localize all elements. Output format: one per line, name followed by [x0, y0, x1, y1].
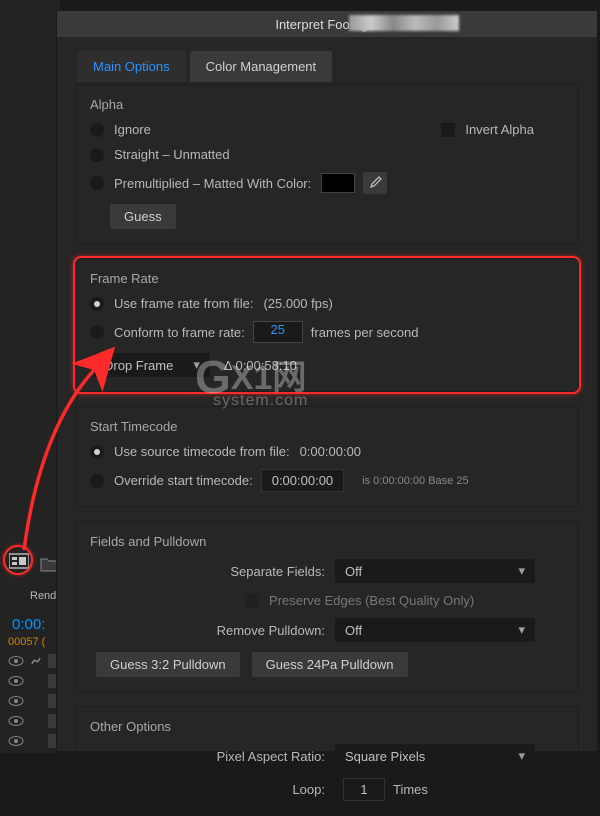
file-fps-value: (25.000 fps) — [263, 296, 332, 311]
eyedropper-button[interactable] — [363, 172, 387, 194]
framerate-panel: Frame Rate Use frame rate from file: (25… — [75, 258, 579, 392]
timecode-base-info: is 0:00:00:00 Base 25 — [362, 475, 468, 487]
par-value: Square Pixels — [345, 749, 425, 764]
guess-alpha-button[interactable]: Guess — [110, 204, 176, 229]
fields-title: Fields and Pulldown — [90, 534, 564, 549]
interpret-footage-icon[interactable] — [6, 548, 32, 574]
fps-suffix: frames per second — [311, 325, 419, 340]
label-pixel-aspect-ratio: Pixel Aspect Ratio: — [90, 749, 325, 764]
label-override-timecode: Override start timecode: — [114, 473, 253, 488]
label-loop: Loop: — [90, 782, 325, 797]
chevron-down-icon: ▾ — [193, 357, 200, 373]
framerate-title: Frame Rate — [90, 271, 564, 286]
label-use-source-timecode: Use source timecode from file: — [114, 444, 290, 459]
guess-24pa-pulldown-button[interactable]: Guess 24Pa Pulldown — [252, 652, 408, 677]
label-preserve-edges: Preserve Edges (Best Quality Only) — [269, 593, 474, 608]
source-timecode-value: 0:00:00:00 — [300, 444, 361, 459]
radio-conform-framerate[interactable] — [90, 325, 104, 339]
remove-pulldown-dropdown[interactable]: Off ▾ — [335, 618, 535, 642]
label-remove-pulldown: Remove Pulldown: — [90, 623, 325, 638]
timecode-display[interactable]: 0:00: — [12, 616, 45, 633]
checkbox-preserve-edges — [245, 594, 259, 608]
render-label: Rend — [30, 590, 56, 602]
label-invert-alpha: Invert Alpha — [465, 122, 534, 137]
tab-main-options[interactable]: Main Options — [77, 51, 186, 82]
separate-fields-value: Off — [345, 564, 362, 579]
other-options-panel: Other Options Pixel Aspect Ratio: Square… — [75, 706, 579, 816]
matte-color-swatch[interactable] — [321, 173, 355, 193]
remove-pulldown-value: Off — [345, 623, 362, 638]
starttc-title: Start Timecode — [90, 419, 564, 434]
radio-use-file-framerate[interactable] — [90, 297, 104, 311]
radio-straight[interactable] — [90, 148, 104, 162]
guess-32-pulldown-button[interactable]: Guess 3:2 Pulldown — [96, 652, 240, 677]
dropframe-value: Drop Frame — [104, 358, 173, 373]
checkbox-invert-alpha[interactable] — [441, 123, 455, 137]
separate-fields-dropdown[interactable]: Off ▾ — [335, 559, 535, 583]
dropframe-dropdown[interactable]: Drop Frame ▾ — [94, 353, 210, 377]
label-use-file-framerate: Use frame rate from file: — [114, 296, 253, 311]
layer-visibility-row[interactable] — [8, 695, 24, 707]
layer-visibility-row[interactable] — [8, 735, 24, 747]
other-title: Other Options — [90, 719, 564, 734]
label-premultiplied: Premultiplied – Matted With Color: — [114, 176, 311, 191]
alpha-panel: Alpha Ignore Invert Alpha Straight – Unm… — [75, 84, 579, 244]
label-separate-fields: Separate Fields: — [90, 564, 325, 579]
left-dock: Rend 0:00: 00057 ( — [0, 0, 60, 753]
alpha-title: Alpha — [90, 97, 564, 112]
label-conform-framerate: Conform to frame rate: — [114, 325, 245, 340]
layer-visibility-row[interactable] — [8, 715, 24, 727]
pixel-aspect-ratio-dropdown[interactable]: Square Pixels ▾ — [335, 744, 535, 768]
radio-use-source-timecode[interactable] — [90, 445, 104, 459]
loop-suffix: Times — [393, 782, 428, 797]
label-straight: Straight – Unmatted — [114, 147, 230, 162]
override-timecode-input[interactable]: 0:00:00:00 — [261, 469, 344, 492]
title-bar: Interpret Footage: — [57, 11, 597, 37]
radio-ignore[interactable] — [90, 123, 104, 137]
redacted-filename — [349, 15, 459, 31]
framerate-input[interactable]: 25 — [253, 321, 303, 343]
fields-pulldown-panel: Fields and Pulldown Separate Fields: Off… — [75, 521, 579, 692]
tab-color-management[interactable]: Color Management — [190, 51, 333, 82]
start-timecode-panel: Start Timecode Use source timecode from … — [75, 406, 579, 507]
radio-premultiplied[interactable] — [90, 176, 104, 190]
tab-strip: Main Options Color Management — [77, 51, 597, 82]
loop-input[interactable]: 1 — [343, 778, 385, 801]
label-ignore: Ignore — [114, 122, 151, 137]
duration-delta: Δ 0:00:58:10 — [224, 358, 297, 373]
chevron-down-icon: ▾ — [518, 622, 525, 638]
layer-visibility-row[interactable] — [8, 675, 24, 687]
frame-display: 00057 ( — [8, 636, 45, 648]
chevron-down-icon: ▾ — [518, 563, 525, 579]
radio-override-timecode[interactable] — [90, 474, 104, 488]
interpret-footage-dialog: Interpret Footage: Main Options Color Ma… — [56, 10, 598, 752]
chevron-down-icon: ▾ — [518, 748, 525, 764]
